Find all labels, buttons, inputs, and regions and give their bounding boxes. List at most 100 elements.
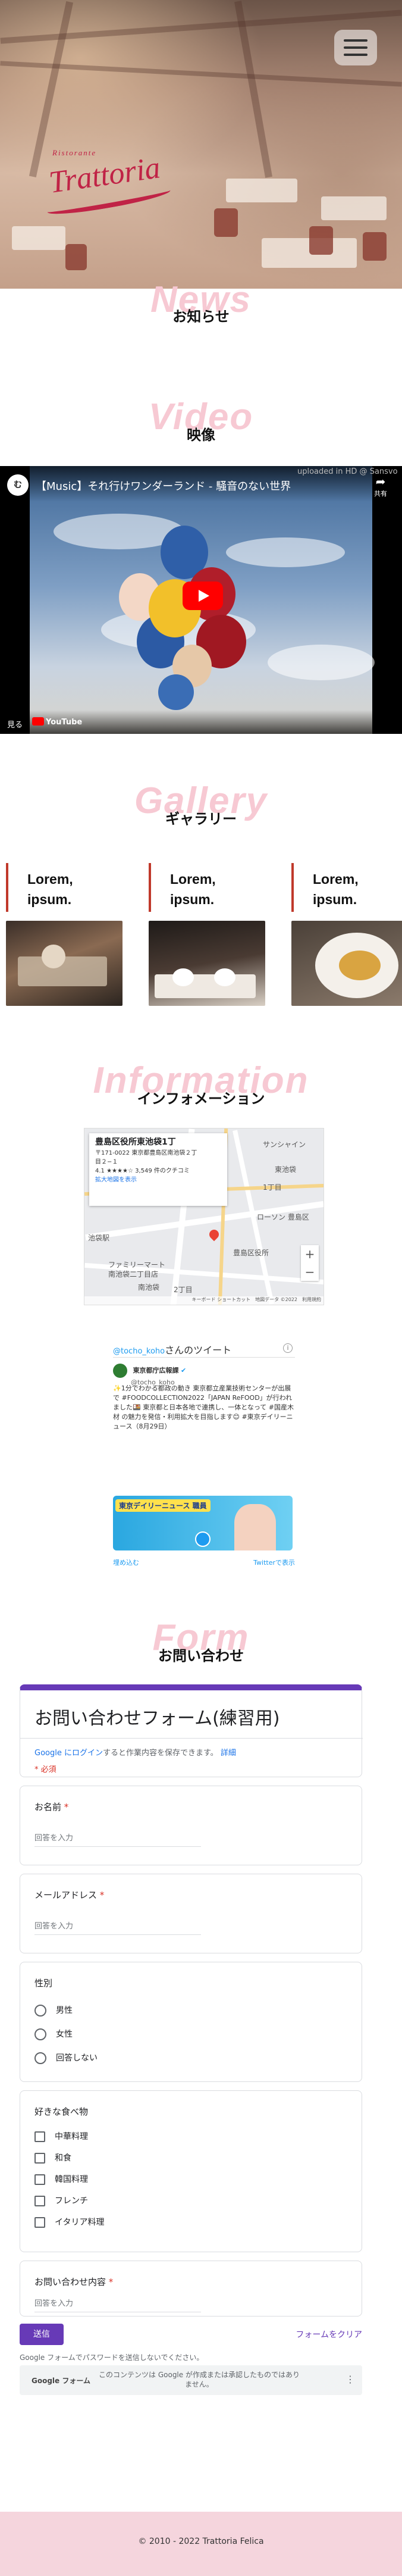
map-label: 南池袋 bbox=[138, 1283, 160, 1292]
share-button[interactable]: ➦ 共有 bbox=[366, 474, 395, 498]
clear-form-button[interactable]: フォームをクリア bbox=[281, 2328, 362, 2340]
logo[interactable]: Ristorante Trattoria bbox=[46, 146, 201, 219]
required-note: * 必須 bbox=[34, 1765, 56, 1774]
view-on-twitter-link[interactable]: Twitterで表示 bbox=[253, 1558, 295, 1567]
question-label: 性別 bbox=[34, 1978, 53, 1989]
video-title-link[interactable]: 【Music】それ行けワンダーランド - 騒音のない世界 bbox=[36, 478, 291, 493]
question-name: お名前 * 回答を入力 bbox=[20, 1786, 362, 1865]
signin-note: Google にログインすると作業内容を保存できます。 詳細 bbox=[34, 1749, 236, 1758]
info-title: インフォメーション bbox=[137, 1090, 265, 1107]
map-label: 豊島区役所 bbox=[233, 1249, 269, 1257]
youtube-embed[interactable]: む 【Music】それ行けワンダーランド - 騒音のない世界 uploaded … bbox=[0, 466, 402, 734]
tweet-header-suffix: さんのツイート bbox=[165, 1345, 232, 1356]
map-address: 〒171-0022 東京都豊島区南池袋２丁 bbox=[95, 1150, 197, 1156]
gender-option[interactable]: 男性 bbox=[34, 2004, 73, 2017]
question-message: お問い合わせ内容 * 回答を入力 bbox=[20, 2261, 362, 2316]
food-option[interactable]: イタリア料理 bbox=[34, 2216, 104, 2229]
hero-image: Ristorante Trattoria bbox=[0, 0, 402, 289]
food-option[interactable]: 中華料理 bbox=[34, 2130, 88, 2143]
copyright: © 2010 - 2022 Trattoria Felica bbox=[138, 2537, 264, 2546]
google-map-embed[interactable]: 豊島区役所東池袋1丁 〒171-0022 東京都豊島区南池袋２丁 目２−１ 4.… bbox=[84, 1128, 324, 1305]
map-label: 池袋駅 bbox=[88, 1234, 110, 1242]
checkbox-icon bbox=[34, 2196, 45, 2206]
food-option[interactable]: 和食 bbox=[34, 2152, 71, 2165]
info-icon[interactable]: i bbox=[283, 1343, 293, 1353]
gallery-image bbox=[291, 921, 402, 1006]
map-label: 1丁目 bbox=[263, 1183, 282, 1192]
map-zoom-control[interactable]: + − bbox=[301, 1245, 319, 1281]
tweet-text: ✨1分でわかる都政の動き 東京都立産業技術センターが出展で #FOODCOLLE… bbox=[113, 1384, 294, 1430]
form-footer: Google フォーム このコンテンツは Google が作成または承認したもの… bbox=[20, 2365, 362, 2395]
map-footer: キーボード ショートカット 地図データ ©2022 利用規約 bbox=[84, 1296, 324, 1305]
more-options-icon[interactable]: ⋮ bbox=[346, 2374, 355, 2385]
radio-icon bbox=[34, 2052, 46, 2064]
map-label: 東池袋 bbox=[275, 1165, 297, 1174]
signin-link[interactable]: Google にログイン bbox=[34, 1749, 103, 1758]
menu-button[interactable] bbox=[334, 30, 377, 65]
play-button[interactable] bbox=[183, 582, 223, 610]
question-email: メールアドレス * 回答を入力 bbox=[20, 1874, 362, 1953]
tweet-image-text: 東京デイリーニュース 職員 bbox=[115, 1499, 211, 1512]
map-place-card: 豊島区役所東池袋1丁 〒171-0022 東京都豊島区南池袋２丁 目２−１ 4.… bbox=[89, 1133, 227, 1206]
gender-option[interactable]: 回答しない bbox=[34, 2052, 98, 2065]
tweet-image[interactable]: 東京デイリーニュース 職員 bbox=[113, 1496, 293, 1550]
radio-icon bbox=[34, 2005, 46, 2017]
email-input[interactable]: 回答を入力 bbox=[34, 1920, 201, 1935]
question-label: お名前 bbox=[34, 1802, 62, 1812]
news-title: お知らせ bbox=[172, 308, 230, 325]
map-label: 2丁目 bbox=[174, 1286, 193, 1294]
question-label: 好きな食べ物 bbox=[34, 2106, 89, 2117]
map-enlarge-link[interactable]: 拡大地図を表示 bbox=[95, 1176, 221, 1184]
map-pin-icon[interactable] bbox=[207, 1227, 221, 1242]
hamburger-menu-icon bbox=[344, 39, 368, 42]
share-icon: ➦ bbox=[375, 474, 386, 489]
question-food: 好きな食べ物 中華料理 和食 韓国料理 フレンチ イタリア料理 bbox=[20, 2090, 362, 2252]
site-footer: © 2010 - 2022 Trattoria Felica bbox=[0, 2512, 402, 2576]
gallery-image bbox=[6, 921, 123, 1006]
food-option[interactable]: フレンチ bbox=[34, 2194, 88, 2208]
youtube-logo[interactable]: YouTube bbox=[32, 717, 82, 727]
submit-button[interactable]: 送信 bbox=[20, 2324, 64, 2345]
question-gender: 性別 男性 女性 回答しない bbox=[20, 1962, 362, 2082]
tweet-author[interactable]: 東京都庁広報課 bbox=[133, 1367, 179, 1374]
checkbox-icon bbox=[34, 2131, 45, 2142]
twitter-embed[interactable]: @tocho_kohoさんのツイート i 東京都庁広報課 ✔ @tocho_ko… bbox=[113, 1342, 295, 1571]
watch-on-label: 見る bbox=[7, 721, 23, 730]
name-input[interactable]: 回答を入力 bbox=[34, 1831, 201, 1847]
channel-avatar[interactable]: む bbox=[7, 474, 29, 496]
gallery-card[interactable]: Lorem, ipsum. bbox=[149, 863, 265, 1006]
verified-icon: ✔ bbox=[181, 1367, 187, 1374]
avatar[interactable] bbox=[113, 1364, 127, 1378]
logo-subtitle: Ristorante bbox=[52, 148, 97, 157]
google-form-embed[interactable]: お問い合わせフォーム(練習用) Google にログインすると作業内容を保存でき… bbox=[20, 1684, 363, 2414]
message-input[interactable]: 回答を入力 bbox=[34, 2297, 201, 2312]
food-option[interactable]: 韓国料理 bbox=[34, 2173, 88, 2186]
map-address-2: 目２−１ bbox=[95, 1159, 118, 1165]
gallery-card[interactable]: Lorem, ipsum. bbox=[6, 863, 123, 1006]
question-label: メールアドレス bbox=[34, 1890, 98, 1900]
video-title: 映像 bbox=[187, 427, 215, 443]
question-label: お問い合わせ内容 bbox=[34, 2277, 106, 2287]
embed-link[interactable]: 埋め込む bbox=[113, 1559, 139, 1567]
gallery-card[interactable]: Lorem, ipsum. bbox=[291, 863, 402, 1006]
password-note: Google フォームでパスワードを送信しないでください。 bbox=[20, 2353, 204, 2362]
zoom-in-icon[interactable]: + bbox=[301, 1245, 319, 1263]
form-heading: お問い合わせフォーム(練習用) bbox=[34, 1708, 280, 1729]
map-place-name: 豊島区役所東池袋1丁 bbox=[95, 1137, 176, 1147]
tweet-handle-link[interactable]: @tocho_koho bbox=[113, 1347, 165, 1356]
share-label: 共有 bbox=[374, 490, 387, 498]
google-forms-brand[interactable]: Google フォーム bbox=[32, 2375, 90, 2386]
youtube-icon bbox=[32, 717, 44, 726]
gallery-title: ギャラリー bbox=[165, 811, 237, 827]
checkbox-icon bbox=[34, 2217, 45, 2228]
checkbox-icon bbox=[34, 2174, 45, 2185]
zoom-out-icon[interactable]: − bbox=[301, 1263, 319, 1281]
footer-disclaimer: このコンテンツは Google が作成または承認したものではありません。 bbox=[99, 2371, 300, 2389]
form-header-card: お問い合わせフォーム(練習用) Google にログインすると作業内容を保存でき… bbox=[20, 1684, 363, 1777]
gender-option[interactable]: 女性 bbox=[34, 2028, 73, 2041]
detail-link[interactable]: 詳細 bbox=[221, 1749, 236, 1758]
map-label: 南池袋二丁目店 bbox=[108, 1270, 159, 1278]
play-icon[interactable] bbox=[195, 1531, 211, 1547]
tweet-header: @tocho_kohoさんのツイート i bbox=[113, 1342, 295, 1358]
map-rating: 4.1 ★★★★☆ 3,549 件のクチコミ bbox=[95, 1168, 190, 1174]
